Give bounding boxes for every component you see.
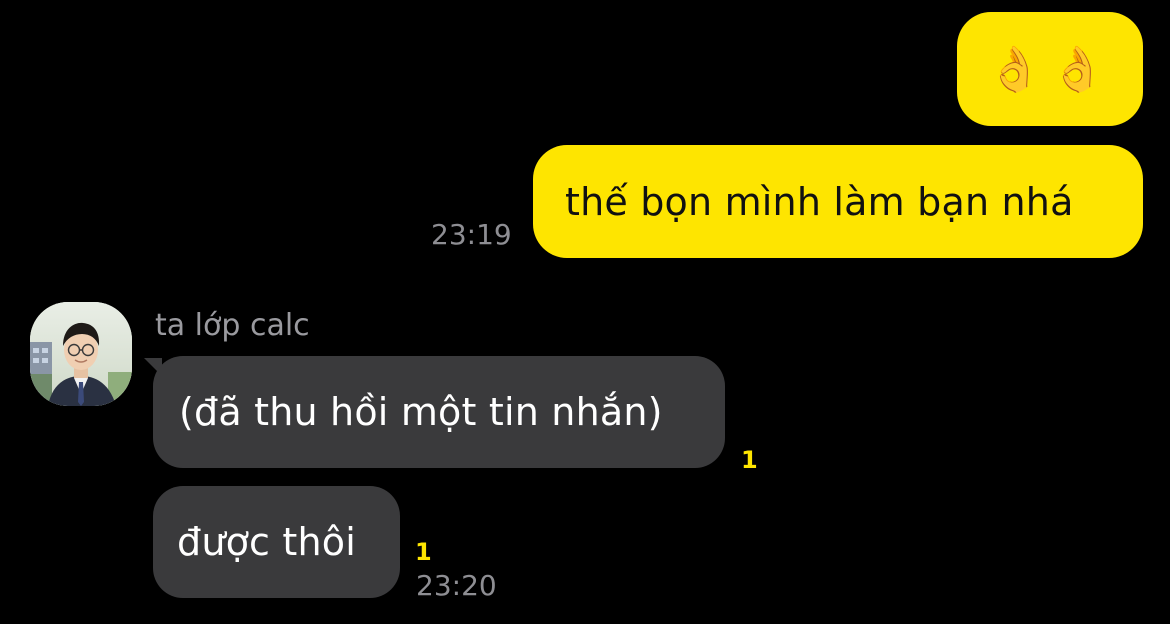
unread-count-badge: 1 [415,538,432,566]
unread-count-badge: 1 [741,446,758,474]
ok-hand-emoji-icon: 👌👌 [987,44,1113,95]
incoming-message-text: được thôi [177,520,357,564]
profile-photo-icon [30,302,132,406]
outgoing-emoji-bubble[interactable]: 👌👌 [957,12,1143,126]
outgoing-message-text: thế bọn mình làm bạn nhá [565,179,1074,224]
sender-avatar[interactable] [30,302,132,406]
incoming-message-text: (đã thu hồi một tin nhắn) [179,390,663,434]
incoming-message-bubble[interactable]: được thôi [153,486,400,598]
incoming-message-bubble[interactable]: (đã thu hồi một tin nhắn) [153,356,725,468]
incoming-timestamp: 23:20 [416,569,497,602]
sender-name: ta lớp calc [155,308,310,343]
outgoing-timestamp: 23:19 [431,218,512,251]
outgoing-message-bubble[interactable]: thế bọn mình làm bạn nhá [533,145,1143,258]
